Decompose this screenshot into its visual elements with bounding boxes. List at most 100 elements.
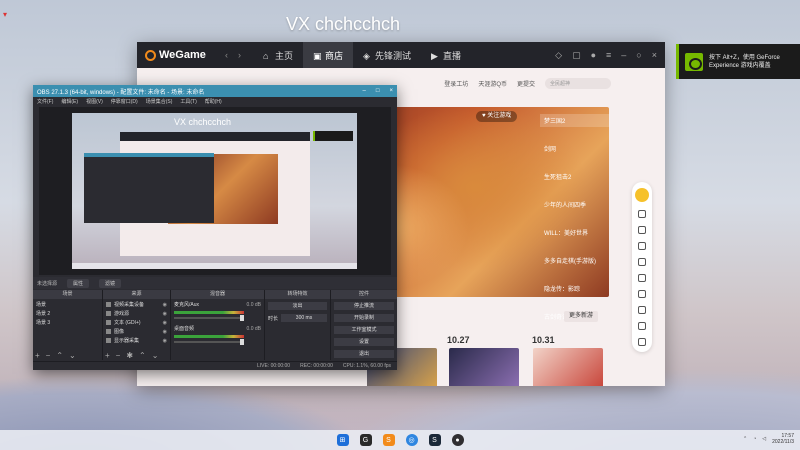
steam-icon[interactable]: S xyxy=(428,434,441,446)
gift-icon[interactable] xyxy=(638,226,646,234)
tab-home[interactable]: ⌂ 主页 xyxy=(253,42,303,68)
obs-preview[interactable]: VX chchcchch xyxy=(39,107,391,275)
filters-button[interactable]: 滤镜 xyxy=(99,278,122,288)
compass-icon[interactable] xyxy=(638,258,646,266)
menu-view[interactable]: 视图(V) xyxy=(86,98,103,105)
search-input[interactable]: 全民超神 xyxy=(545,78,611,89)
diamond-icon[interactable] xyxy=(638,290,646,298)
game-thumbnail[interactable] xyxy=(533,348,603,386)
eye-icon[interactable]: ◉ xyxy=(163,320,167,326)
minimize-icon[interactable]: – xyxy=(621,50,626,61)
obs-icon[interactable]: ● xyxy=(451,434,464,446)
gamepad-icon xyxy=(106,311,111,316)
chat-icon[interactable]: ▢ xyxy=(572,50,581,61)
source-item[interactable]: 显示器采集 ◉ xyxy=(106,337,167,344)
back-icon[interactable]: ‹ xyxy=(225,50,228,60)
source-item[interactable]: 文本 (GDI+) ◉ xyxy=(106,319,167,326)
list-item[interactable]: 多多自走棋(手游版) xyxy=(540,254,610,267)
transition-select[interactable]: 淡出 xyxy=(268,302,327,310)
scene-item[interactable]: 场景 2 xyxy=(36,310,99,317)
remove-icon[interactable]: − xyxy=(46,351,51,360)
game-thumbnail[interactable] xyxy=(449,348,519,386)
subnav-workshop[interactable]: 登录工坊 xyxy=(444,79,468,88)
eye-icon[interactable]: ◉ xyxy=(163,302,167,308)
studio-mode-button[interactable]: 工作室模式 xyxy=(334,326,394,334)
close-icon[interactable]: × xyxy=(389,88,393,94)
forward-icon[interactable]: › xyxy=(238,50,241,60)
coupon-icon[interactable] xyxy=(638,338,646,346)
start-recording-button[interactable]: 开始录制 xyxy=(334,314,394,322)
subnav-submit[interactable]: 更提交 xyxy=(517,79,535,88)
eye-icon[interactable]: ◉ xyxy=(163,311,167,317)
eye-icon[interactable]: ◉ xyxy=(163,338,167,344)
move-up-icon[interactable]: ⌃ xyxy=(139,351,146,360)
mini-mode-icon[interactable]: ○ xyxy=(636,50,641,61)
maximize-icon[interactable]: □ xyxy=(376,88,380,94)
list-item[interactable]: 梦三国2 xyxy=(540,114,610,127)
volume-slider[interactable] xyxy=(174,315,244,321)
exit-button[interactable]: 退出 xyxy=(334,350,394,358)
geforce-notification[interactable]: 按下 Alt+Z，使用 GeForce Experience 游戏内覆盖 xyxy=(676,44,800,79)
list-item[interactable]: 少年的人间四季 xyxy=(540,198,610,211)
more-new-games-button[interactable]: 更多新游 xyxy=(564,311,599,322)
bag-icon[interactable]: ◇ xyxy=(555,50,562,61)
tab-store[interactable]: ▣ 商店 xyxy=(303,42,354,68)
move-down-icon[interactable]: ⌄ xyxy=(69,351,76,360)
menu-edit[interactable]: 编辑(E) xyxy=(61,98,78,105)
subnav-qcoins[interactable]: 天涯游Q币 xyxy=(478,79,507,88)
settings-button[interactable]: 设置 xyxy=(334,338,394,346)
source-item[interactable]: 游戏源 ◉ xyxy=(106,310,167,317)
mixer-title: 混音器 xyxy=(171,290,264,299)
cart-icon[interactable] xyxy=(638,322,646,330)
follow-game-button[interactable]: ♥ 关注游戏 xyxy=(476,111,518,122)
list-item[interactable]: 隐龙传：影踪 xyxy=(540,282,610,295)
desktop-shortcut-icon[interactable]: ▾ xyxy=(3,11,11,19)
menu-tools[interactable]: 工具(T) xyxy=(180,98,196,105)
menu-docks[interactable]: 停靠窗口(D) xyxy=(111,98,138,105)
close-icon[interactable]: × xyxy=(652,50,657,61)
trophy-icon[interactable] xyxy=(638,242,646,250)
eye-icon[interactable]: ◉ xyxy=(163,329,167,335)
gamepad-icon[interactable] xyxy=(638,210,646,218)
menu-icon[interactable]: ≡ xyxy=(606,50,611,61)
duration-input[interactable]: 300 ms xyxy=(281,314,327,322)
menu-file[interactable]: 文件(F) xyxy=(37,98,53,105)
avatar[interactable] xyxy=(635,188,649,202)
list-item[interactable]: WILL：美好世界 xyxy=(540,226,610,239)
browser-icon[interactable]: ◎ xyxy=(405,434,418,446)
sublime-icon[interactable]: S xyxy=(382,434,395,446)
menu-scene-collection[interactable]: 场景集合(S) xyxy=(146,98,173,105)
remove-icon[interactable]: − xyxy=(116,351,121,360)
menu-help[interactable]: 帮助(H) xyxy=(205,98,222,105)
scene-item[interactable]: 场景 3 xyxy=(36,319,99,326)
scene-item[interactable]: 场景 xyxy=(36,301,99,308)
user-icon[interactable]: ● xyxy=(591,50,596,61)
chevron-up-icon[interactable]: ⌃ xyxy=(743,436,747,442)
move-down-icon[interactable]: ⌄ xyxy=(152,351,159,360)
obs-menubar: 文件(F) 编辑(E) 视图(V) 停靠窗口(D) 场景集合(S) 工具(T) … xyxy=(33,97,397,106)
source-item[interactable]: 视频采集设备 ◉ xyxy=(106,301,167,308)
gear-icon[interactable]: ✱ xyxy=(126,351,133,360)
wifi-icon[interactable]: ◔ xyxy=(753,436,756,442)
add-icon[interactable]: + xyxy=(35,351,40,360)
volume-icon[interactable]: ◁ xyxy=(762,436,766,442)
properties-button[interactable]: 属性 xyxy=(67,278,90,288)
live-time: LIVE: 00:00:00 xyxy=(257,363,291,369)
release-date-label: 10.27 xyxy=(447,335,470,345)
wegame-icon[interactable]: G xyxy=(359,434,372,446)
minimize-icon[interactable]: – xyxy=(363,88,366,94)
stop-streaming-button[interactable]: 停止推流 xyxy=(334,302,394,310)
news-icon[interactable] xyxy=(638,274,646,282)
move-up-icon[interactable]: ⌃ xyxy=(56,351,63,360)
list-item[interactable]: 剑网 xyxy=(540,142,610,155)
list-item[interactable]: 生死狙击2 xyxy=(540,170,610,183)
chart-icon[interactable] xyxy=(638,306,646,314)
source-item[interactable]: 图像 ◉ xyxy=(106,328,167,335)
wegame-logo[interactable]: WeGame xyxy=(145,49,225,61)
clock[interactable]: 17:57 2022/11/3 xyxy=(772,433,794,445)
add-icon[interactable]: + xyxy=(105,351,110,360)
volume-slider[interactable] xyxy=(174,339,244,345)
tab-live[interactable]: ▶ 直播 xyxy=(421,42,471,68)
windows-icon[interactable]: ⊞ xyxy=(336,434,349,446)
tab-pioneer-test[interactable]: ◈ 先锋测试 xyxy=(353,42,421,68)
